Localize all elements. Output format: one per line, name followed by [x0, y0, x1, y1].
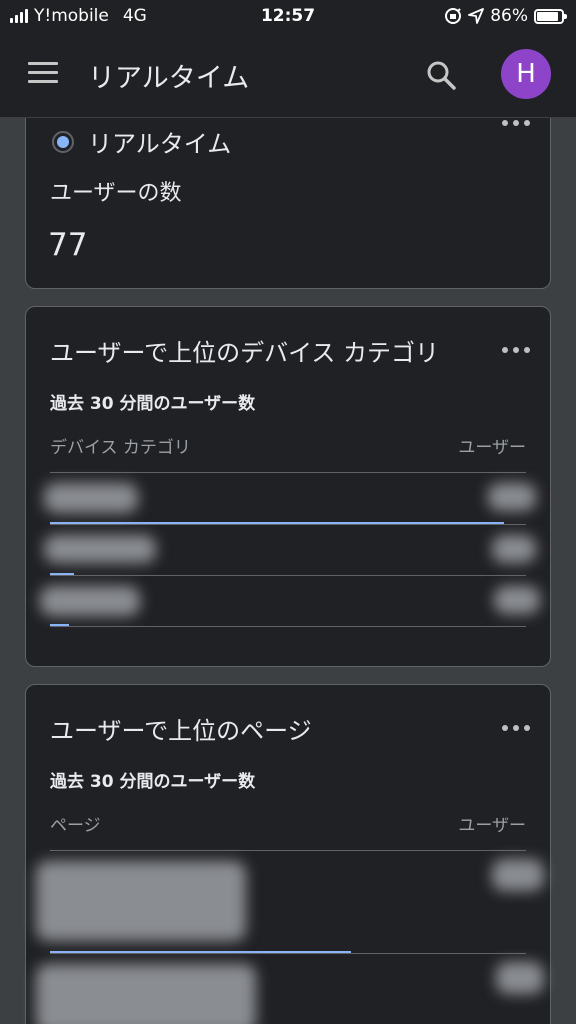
app-bar: リアルタイム H — [0, 34, 576, 118]
redacted-label — [36, 861, 246, 941]
column-header-device-category: デバイス カテゴリ — [50, 438, 191, 458]
realtime-radio-row[interactable]: リアルタイム — [52, 124, 231, 159]
column-header-page: ページ — [50, 816, 101, 836]
status-bar: Y!mobile 4G 12:57 86% — [0, 0, 576, 34]
card-subtitle: 過去 30 分間のユーザー数 — [50, 772, 256, 792]
page-title: リアルタイム — [88, 63, 250, 94]
column-header-users: ユーザー — [458, 816, 526, 836]
device-category-card: ユーザーで上位のデバイス カテゴリ 過去 30 分間のユーザー数 デバイス カテ… — [25, 306, 551, 667]
status-right: 86% — [444, 6, 567, 26]
redacted-value — [494, 586, 540, 614]
card-title: ユーザーで上位のページ — [50, 717, 312, 745]
main-content[interactable]: リアルタイム ユーザーの数 77 ユーザーで上位のデバイス カテゴリ 過去 30… — [0, 118, 576, 1024]
card-title: ユーザーで上位のデバイス カテゴリ — [50, 339, 439, 367]
table-row[interactable] — [26, 473, 550, 523]
top-pages-card: ユーザーで上位のページ 過去 30 分間のユーザー数 ページ ユーザー — [25, 684, 551, 1024]
redacted-label — [40, 586, 140, 616]
radio-label: リアルタイム — [88, 130, 232, 158]
more-icon[interactable] — [502, 345, 530, 355]
metric-value: 77 — [48, 227, 88, 263]
location-arrow-icon — [468, 8, 485, 24]
table-row[interactable] — [26, 851, 550, 951]
redacted-label — [44, 535, 156, 563]
table-row[interactable] — [26, 576, 550, 626]
redacted-label — [36, 964, 256, 1024]
redacted-value — [492, 859, 544, 891]
metric-label: ユーザーの数 — [50, 181, 182, 206]
column-header-users: ユーザー — [458, 438, 526, 458]
battery-icon — [534, 8, 567, 24]
card-subtitle: 過去 30 分間のユーザー数 — [50, 394, 256, 414]
radio-selected-icon[interactable] — [52, 130, 74, 153]
avatar[interactable]: H — [501, 49, 551, 99]
redacted-value — [492, 535, 536, 563]
more-icon[interactable] — [502, 118, 530, 128]
redacted-label — [44, 483, 138, 513]
location-lock-icon — [445, 8, 462, 24]
redacted-value — [488, 483, 536, 511]
menu-icon[interactable] — [28, 62, 58, 86]
divider — [50, 626, 526, 627]
redacted-value — [496, 962, 544, 994]
search-icon[interactable] — [424, 58, 458, 92]
table-row[interactable] — [26, 525, 550, 575]
battery-percent: 86% — [490, 6, 528, 26]
more-icon[interactable] — [502, 723, 530, 733]
table-row[interactable] — [26, 954, 550, 1024]
realtime-users-card: リアルタイム ユーザーの数 77 — [25, 118, 551, 289]
